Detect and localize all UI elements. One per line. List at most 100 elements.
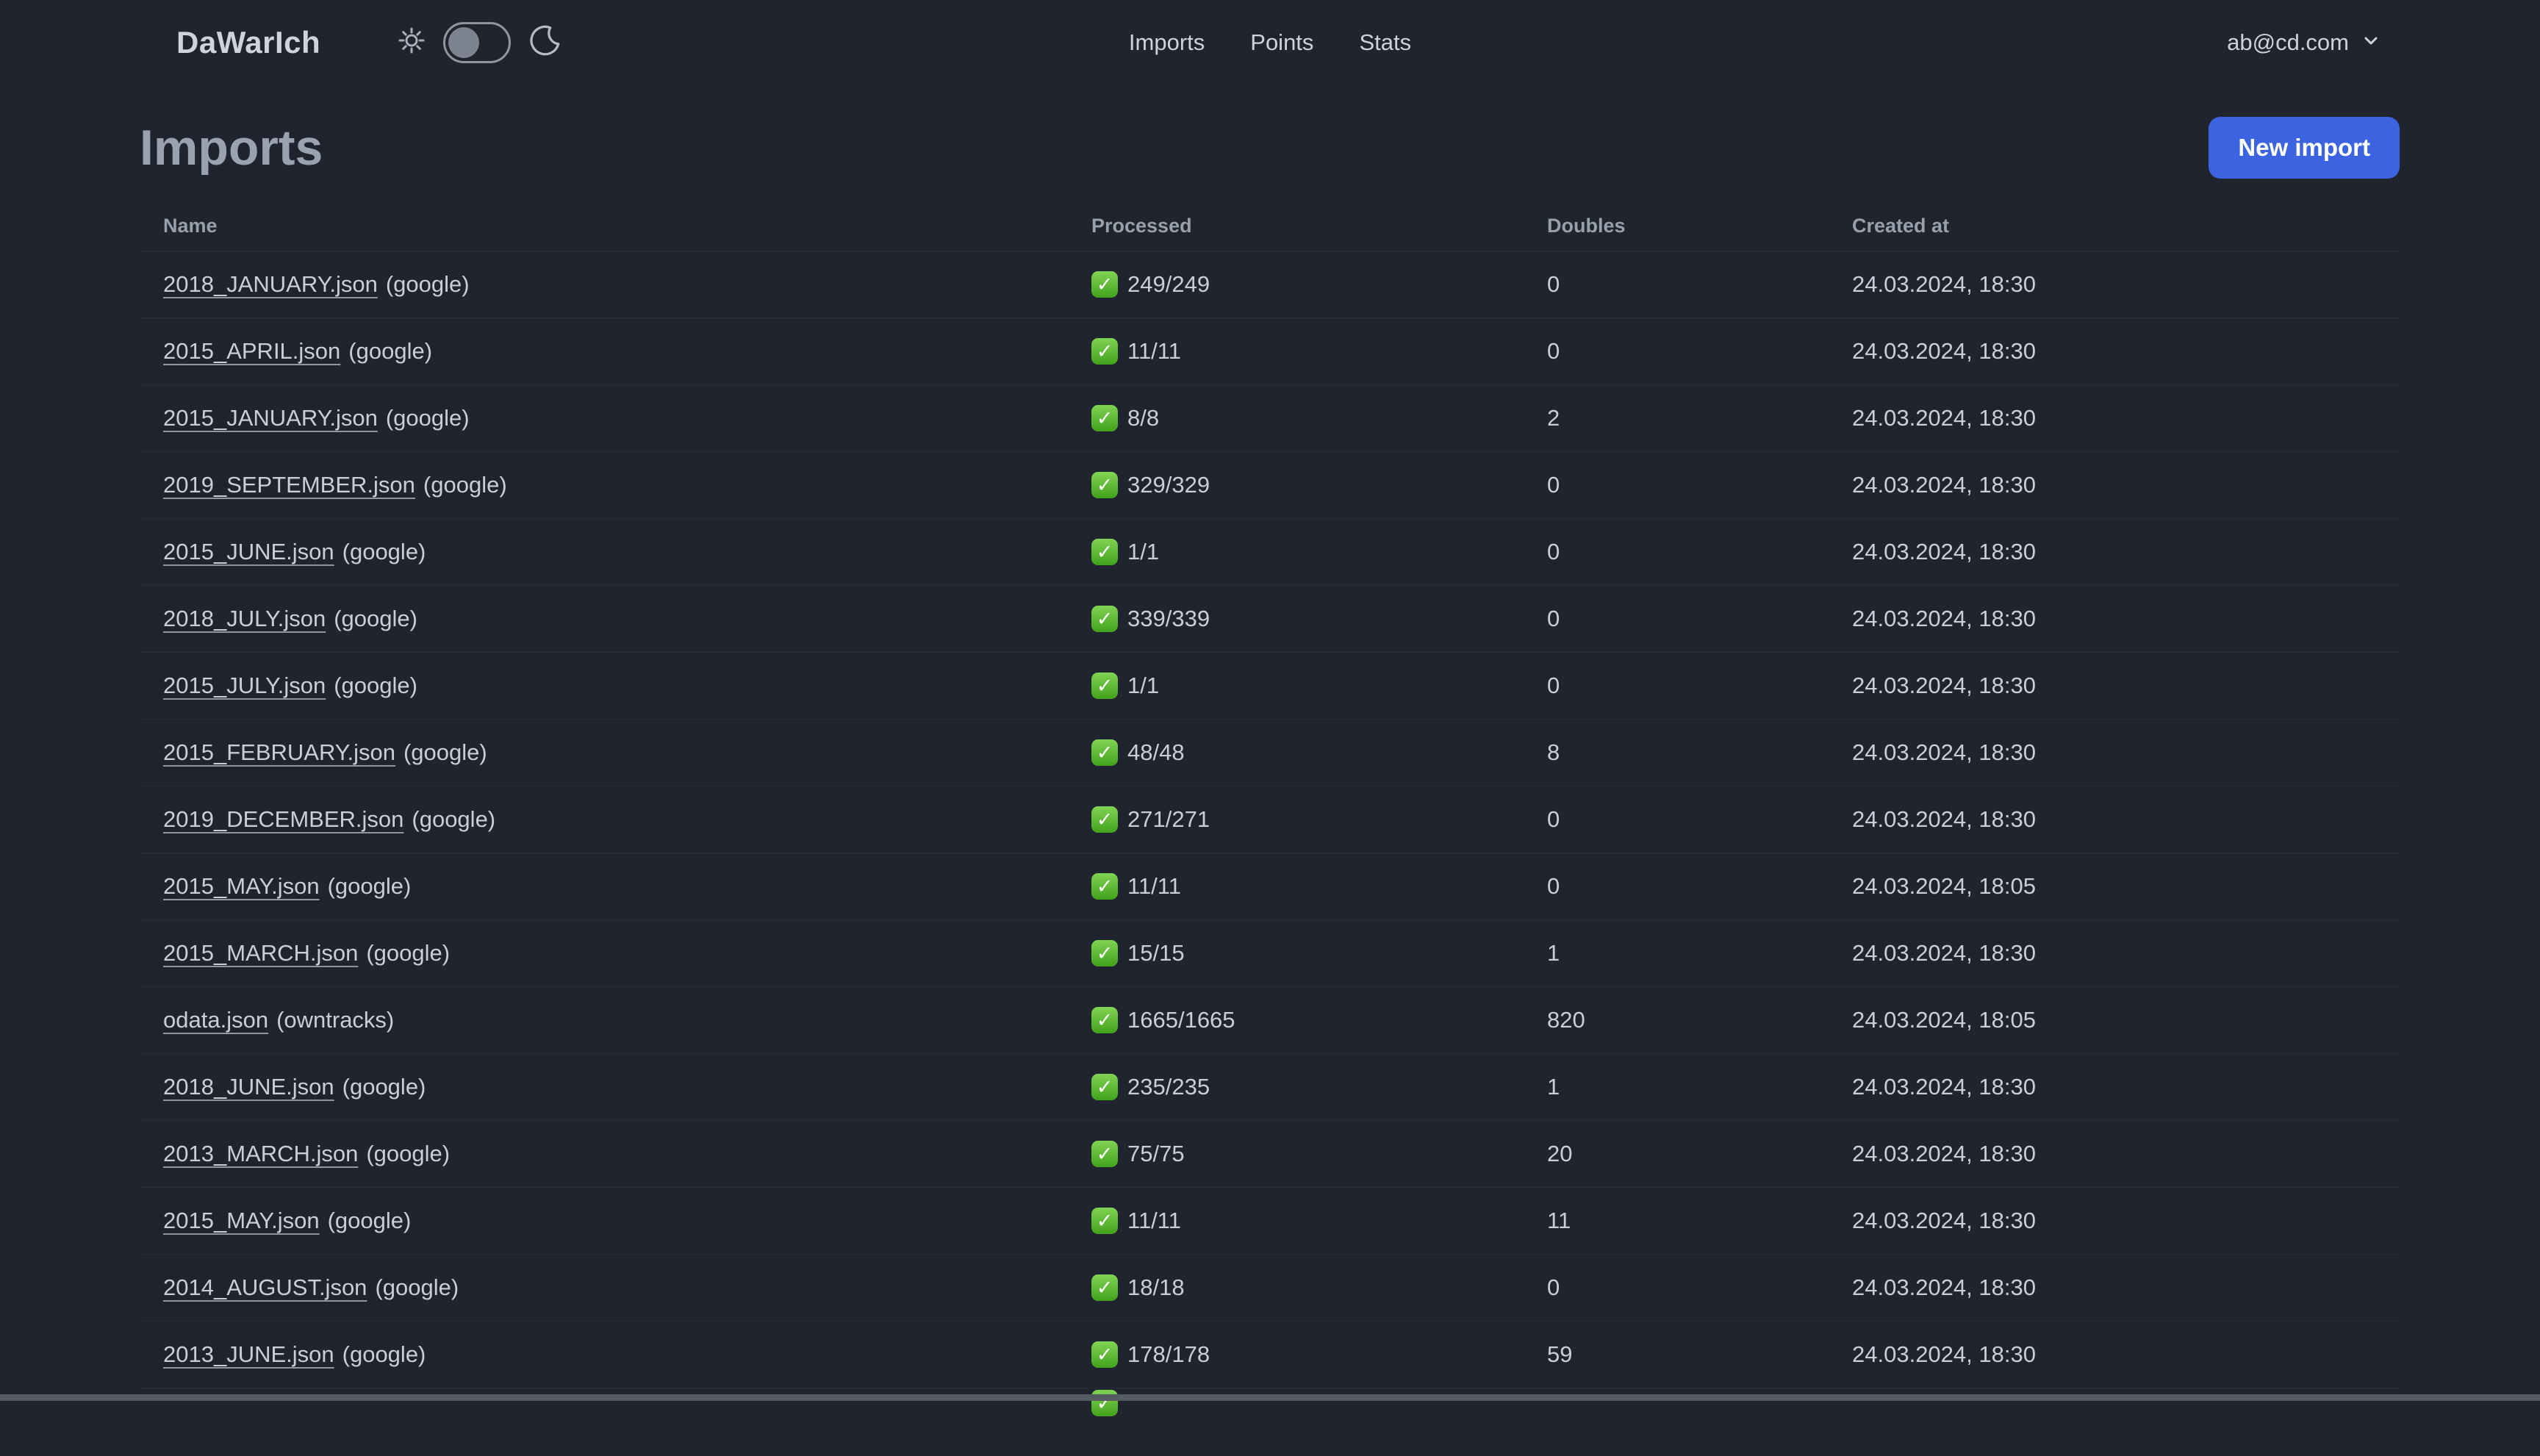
name-cell: 2019_DECEMBER.json (google) — [140, 806, 1091, 833]
import-source: (google) — [412, 806, 496, 832]
processed-count: 249/249 — [1127, 271, 1210, 297]
check-icon: ✓ — [1091, 1208, 1118, 1234]
import-file-link[interactable]: 2015_JANUARY.json — [163, 405, 378, 431]
nav-item-points[interactable]: Points — [1250, 29, 1313, 56]
created-at-cell: 24.03.2024, 18:05 — [1852, 1007, 2036, 1033]
table-row: 2015_MARCH.json (google) ✓ 15/15 1 24.03.… — [140, 920, 2400, 987]
check-icon: ✓ — [1091, 405, 1118, 431]
table-row: 2013_MARCH.json (google) ✓ 75/75 20 24.03… — [140, 1121, 2400, 1188]
doubles-cell: 0 — [1547, 472, 1560, 498]
created-at-cell: 24.03.2024, 18:30 — [1852, 1341, 2036, 1367]
import-file-link[interactable]: 2015_MAY.json — [163, 873, 320, 899]
import-file-link[interactable]: 2018_JULY.json — [163, 606, 326, 631]
nav-item-imports[interactable]: Imports — [1129, 29, 1205, 56]
theme-toggle-knob — [448, 26, 480, 58]
processed-cell: ✓ 1/1 — [1091, 539, 1547, 565]
doubles-cell: 0 — [1547, 673, 1560, 698]
new-import-button[interactable]: New import — [2209, 117, 2400, 179]
window-bottom-scrollbar[interactable] — [0, 1394, 2540, 1401]
processed-count: 75/75 — [1127, 1141, 1185, 1166]
doubles-cell: 0 — [1547, 271, 1560, 297]
created-at-cell: 24.03.2024, 18:30 — [1852, 940, 2036, 966]
column-header-name: Name — [163, 214, 218, 237]
check-icon: ✓ — [1091, 338, 1118, 365]
import-source: (google) — [366, 940, 451, 966]
import-source: (google) — [334, 673, 417, 698]
import-file-link[interactable]: 2015_JUNE.json — [163, 539, 334, 564]
name-cell: 2015_MARCH.json (google) — [140, 940, 1091, 967]
created-at-cell: 24.03.2024, 18:30 — [1852, 472, 2036, 498]
import-source: (google) — [403, 739, 487, 765]
column-header-doubles: Doubles — [1547, 214, 1626, 237]
moon-icon — [528, 24, 562, 61]
import-file-link[interactable]: 2018_JUNE.json — [163, 1074, 334, 1100]
name-cell: 2014_AUGUST.json (google) — [140, 1274, 1091, 1301]
column-header-created-at: Created at — [1852, 214, 1950, 237]
main-content: Imports New import Name Processed Double… — [0, 117, 2540, 1456]
import-file-link[interactable]: 2018_JANUARY.json — [163, 271, 378, 297]
import-file-link[interactable]: 2015_FEBRUARY.json — [163, 739, 395, 765]
doubles-cell: 11 — [1547, 1208, 1571, 1233]
import-file-link[interactable]: 2019_DECEMBER.json — [163, 806, 403, 832]
name-cell: 2018_JUNE.json (google) — [140, 1074, 1091, 1100]
processed-cell: ✓ 75/75 — [1091, 1141, 1547, 1167]
imports-table: Name Processed Doubles Created at 2018_J… — [140, 201, 2400, 1456]
import-file-link[interactable]: 2014_AUGUST.json — [163, 1274, 367, 1300]
check-icon: ✓ — [1091, 1074, 1118, 1100]
import-source: (google) — [327, 873, 412, 899]
import-file-link[interactable]: 2015_MARCH.json — [163, 940, 358, 966]
brand-logo[interactable]: DaWarIch — [176, 25, 320, 60]
check-icon: ✓ — [1091, 271, 1118, 298]
table-row: odata.json (owntracks) ✓ 1665/1665 820 24… — [140, 987, 2400, 1054]
nav-item-stats[interactable]: Stats — [1359, 29, 1411, 56]
processed-cell: ✓ 249/249 — [1091, 271, 1547, 298]
name-cell: 2019_SEPTEMBER.json (google) — [140, 472, 1091, 498]
account-menu[interactable]: ab@cd.com — [2227, 29, 2381, 56]
name-cell: 2018_JULY.json (google) — [140, 606, 1091, 632]
import-file-link[interactable]: 2015_JULY.json — [163, 673, 326, 698]
check-icon: ✓ — [1091, 1274, 1118, 1301]
processed-count: 11/11 — [1127, 1208, 1181, 1233]
import-file-link[interactable]: 2013_JUNE.json — [163, 1341, 334, 1367]
check-icon: ✓ — [1091, 472, 1118, 498]
import-source: (google) — [334, 606, 417, 631]
created-at-cell: 24.03.2024, 18:05 — [1852, 873, 2036, 899]
check-icon: ✓ — [1091, 673, 1118, 699]
processed-cell: ✓ 235/235 — [1091, 1074, 1547, 1100]
import-file-link[interactable]: 2015_MAY.json — [163, 1208, 320, 1233]
processed-count: 11/11 — [1127, 873, 1181, 899]
theme-toggle[interactable] — [443, 21, 512, 63]
created-at-cell: 24.03.2024, 18:30 — [1852, 405, 2036, 431]
import-file-link[interactable]: 2015_APRIL.json — [163, 338, 340, 364]
created-at-cell: 24.03.2024, 18:30 — [1852, 539, 2036, 564]
chevron-down-icon — [2361, 30, 2381, 54]
table-row: 2013_JUNE.json (google) ✓ 178/178 59 24.0… — [140, 1321, 2400, 1388]
check-icon: ✓ — [1091, 1141, 1118, 1167]
import-file-link[interactable]: 2019_SEPTEMBER.json — [163, 472, 415, 498]
table-row: 2018_JULY.json (google) ✓ 339/339 0 24.03… — [140, 586, 2400, 653]
processed-count: 15/15 — [1127, 940, 1185, 966]
processed-count: 1/1 — [1127, 673, 1160, 698]
doubles-cell: 8 — [1547, 739, 1560, 765]
created-at-cell: 24.03.2024, 18:30 — [1852, 1208, 2036, 1233]
import-file-link[interactable]: odata.json — [163, 1007, 268, 1033]
processed-count: 48/48 — [1127, 739, 1185, 765]
table-row: 2019_SEPTEMBER.json (google) ✓ 329/329 0 … — [140, 452, 2400, 519]
import-source: (google) — [385, 405, 470, 431]
navbar: DaWarIch Imports Points Stats ab@cd.com — [0, 0, 2540, 85]
name-cell: 2015_JANUARY.json (google) — [140, 405, 1091, 431]
check-icon: ✓ — [1091, 806, 1118, 833]
processed-count: 235/235 — [1127, 1074, 1210, 1100]
processed-cell: ✓ 11/11 — [1091, 1208, 1547, 1234]
import-file-link[interactable]: 2013_MARCH.json — [163, 1141, 358, 1166]
doubles-cell: 0 — [1547, 606, 1560, 631]
name-cell: odata.json (owntracks) — [140, 1007, 1091, 1033]
processed-cell: ✓ 339/339 — [1091, 606, 1547, 632]
check-icon: ✓ — [1091, 606, 1118, 632]
table-row: 2015_JANUARY.json (google) ✓ 8/8 2 24.03.… — [140, 385, 2400, 452]
created-at-cell: 24.03.2024, 18:30 — [1852, 673, 2036, 698]
table-row: 2015_JUNE.json (google) ✓ 1/1 0 24.03.202… — [140, 519, 2400, 586]
doubles-cell: 20 — [1547, 1141, 1573, 1166]
doubles-cell: 59 — [1547, 1341, 1573, 1367]
processed-count: 339/339 — [1127, 606, 1210, 631]
